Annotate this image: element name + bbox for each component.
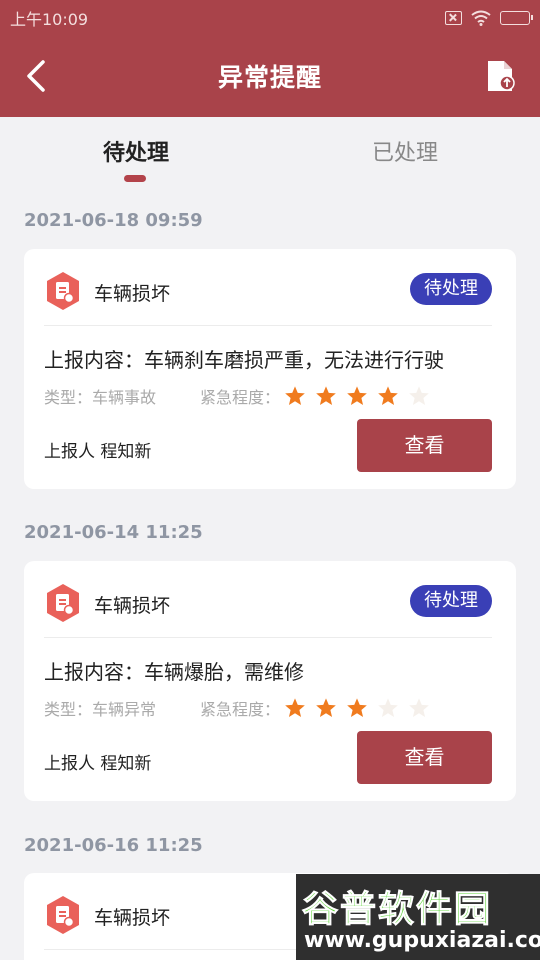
report-hexagon-icon <box>47 896 79 934</box>
tab-processed[interactable]: 已处理 <box>325 135 485 167</box>
urgency-stars <box>284 385 430 407</box>
divider <box>44 637 492 638</box>
view-button[interactable]: 查看 <box>357 731 492 784</box>
no-sim-icon <box>445 11 462 25</box>
status-icons <box>445 10 533 26</box>
record-type: 类型：车辆事故 <box>44 388 157 407</box>
record-content: 上报内容：车辆刹车磨损严重，无法进行行驶 <box>44 348 444 372</box>
report-hexagon-icon <box>47 272 79 310</box>
document-upload-icon <box>488 61 515 91</box>
app-header: 上午10:09 异常提醒 <box>0 0 540 117</box>
tab-bar: 待处理 已处理 <box>0 117 540 189</box>
record-date: 2021-06-18 09:59 <box>24 210 203 231</box>
record-card[interactable]: 车辆损坏 待处理 上报内容：车辆刹车磨损严重，无法进行行驶 类型：车辆事故 紧急… <box>24 249 516 489</box>
star-empty-icon <box>409 698 429 717</box>
record-meta: 类型：车辆异常 紧急程度： <box>44 696 430 720</box>
record-reporter: 上报人 程知新 <box>44 442 152 462</box>
star-filled-icon <box>316 386 336 405</box>
record-meta: 类型：车辆事故 紧急程度： <box>44 384 430 408</box>
divider <box>44 325 492 326</box>
urgency-label: 紧急程度： <box>200 700 281 719</box>
page-title: 异常提醒 <box>217 63 322 92</box>
status-badge: 待处理 <box>410 585 492 617</box>
star-filled-icon <box>316 698 336 717</box>
record-title: 车辆损坏 <box>94 907 171 929</box>
record-date: 2021-06-14 11:25 <box>24 522 203 543</box>
record-type: 类型：车辆异常 <box>44 700 157 719</box>
watermark-url: www.gupuxiazai.com <box>304 928 540 953</box>
urgency-stars <box>284 697 430 719</box>
record-card[interactable]: 车辆损坏 待处理 上报内容：车辆爆胎，需维修 类型：车辆异常 紧急程度： 上报人… <box>24 561 516 801</box>
battery-icon <box>500 11 533 25</box>
status-time: 上午10:09 <box>10 10 89 29</box>
record-content: 上报内容：车辆爆胎，需维修 <box>44 660 304 684</box>
star-empty-icon <box>409 386 429 405</box>
wifi-icon <box>471 10 491 26</box>
status-badge: 待处理 <box>410 273 492 305</box>
record-date: 2021-06-16 11:25 <box>24 835 203 856</box>
upload-report-button[interactable] <box>486 60 516 92</box>
report-hexagon-icon <box>47 584 79 622</box>
star-filled-icon <box>347 386 367 405</box>
star-filled-icon <box>378 386 398 405</box>
star-filled-icon <box>285 386 305 405</box>
record-title: 车辆损坏 <box>94 595 171 617</box>
watermark: 谷普软件园 www.gupuxiazai.com <box>296 874 540 960</box>
record-title: 车辆损坏 <box>94 283 171 305</box>
watermark-logo-text: 谷普软件园 <box>301 889 493 931</box>
record-reporter: 上报人 程知新 <box>44 754 152 774</box>
star-filled-icon <box>285 698 305 717</box>
urgency-label: 紧急程度： <box>200 388 281 407</box>
view-button[interactable]: 查看 <box>357 419 492 472</box>
star-filled-icon <box>347 698 367 717</box>
tab-pending[interactable]: 待处理 <box>56 135 216 167</box>
star-empty-icon <box>378 698 398 717</box>
status-bar: 上午10:09 <box>10 6 533 30</box>
tab-indicator <box>124 175 146 182</box>
